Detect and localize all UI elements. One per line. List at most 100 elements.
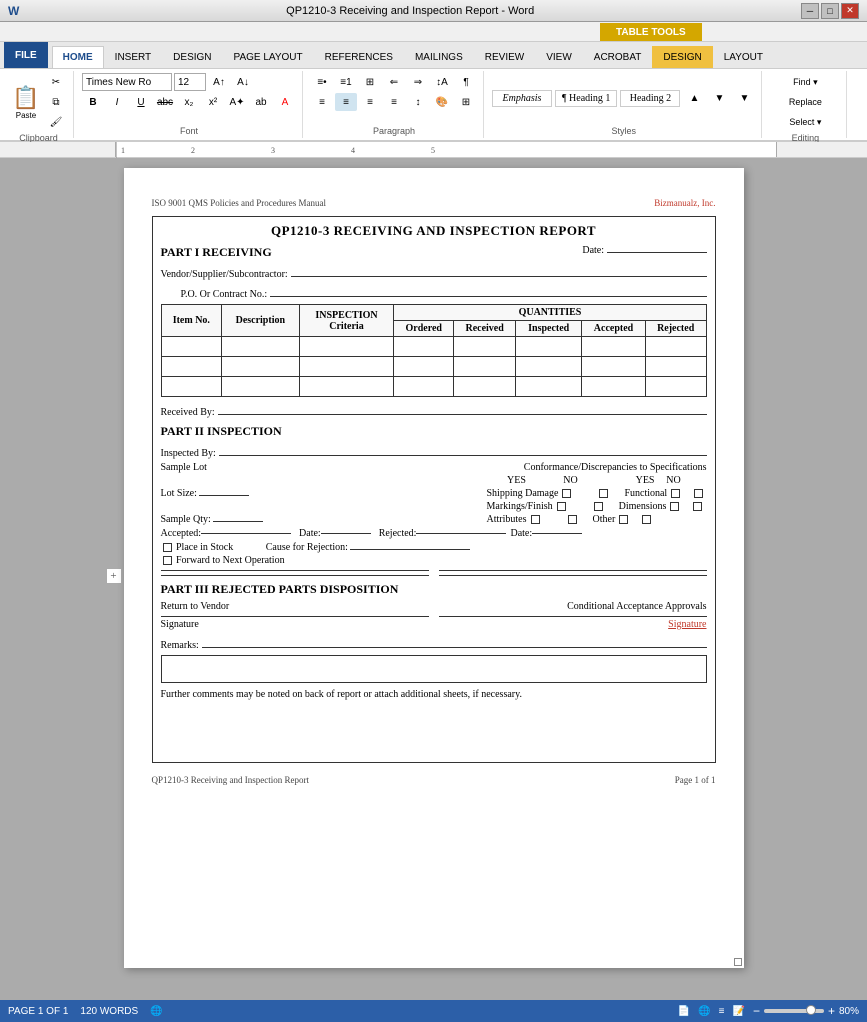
view-web-icon[interactable]: 🌐	[698, 1006, 710, 1017]
superscript-button[interactable]: x²	[202, 93, 224, 111]
markings-yes-cb	[557, 502, 566, 511]
minimize-button[interactable]: ─	[801, 3, 819, 19]
zoom-in-button[interactable]: +	[828, 1004, 835, 1018]
bullets-button[interactable]: ≡•	[311, 73, 333, 91]
tab-layout[interactable]: LAYOUT	[713, 46, 774, 68]
inspected-by-field	[219, 442, 707, 456]
paragraph-group: ≡• ≡1 ⊞ ⇐ ⇒ ↕A ¶ ≡ ≡ ≡ ≡ ↕ 🎨 ⊞	[305, 71, 484, 138]
forward-row: Forward to Next Operation	[161, 555, 707, 566]
word-count: 120 WORDS	[80, 1006, 138, 1017]
tab-page-layout[interactable]: PAGE LAYOUT	[223, 46, 314, 68]
view-outline-icon[interactable]: ≡	[719, 1006, 725, 1017]
add-content-button[interactable]: +	[106, 568, 122, 584]
po-field	[270, 283, 706, 297]
zoom-out-button[interactable]: −	[753, 1004, 760, 1018]
styles-scroll-up[interactable]: ▲	[683, 90, 705, 108]
footer-right: Page 1 of 1	[675, 775, 716, 785]
sort-button[interactable]: ↕A	[431, 73, 453, 91]
paste-button[interactable]: 📋 Paste	[10, 82, 42, 122]
bold-button[interactable]: B	[82, 93, 104, 111]
replace-button[interactable]: Replace	[770, 93, 840, 111]
increase-indent-button[interactable]: ⇒	[407, 73, 429, 91]
format-painter-button[interactable]: 🖌	[45, 113, 67, 131]
multilevel-button[interactable]: ⊞	[359, 73, 381, 91]
show-hide-button[interactable]: ¶	[455, 73, 477, 91]
zoom-slider[interactable]	[764, 1009, 824, 1013]
font-size-input[interactable]	[174, 73, 206, 91]
remarks-row: Remarks:	[161, 634, 707, 651]
decrease-font-button[interactable]: A↓	[232, 73, 254, 91]
increase-font-button[interactable]: A↑	[208, 73, 230, 91]
tab-review[interactable]: REVIEW	[474, 46, 535, 68]
subscript-button[interactable]: x₂	[178, 93, 200, 111]
sample-qty-row: Sample Qty: Attributes Other	[161, 514, 707, 525]
maximize-button[interactable]: □	[821, 3, 839, 19]
window-title: QP1210-3 Receiving and Inspection Report…	[19, 5, 801, 17]
justify-button[interactable]: ≡	[383, 93, 405, 111]
numbering-button[interactable]: ≡1	[335, 73, 357, 91]
decrease-indent-button[interactable]: ⇐	[383, 73, 405, 91]
tab-view[interactable]: VIEW	[535, 46, 583, 68]
find-button[interactable]: Find ▾	[770, 73, 840, 91]
document-content: QP1210-3 RECEIVING AND INSPECTION REPORT…	[152, 216, 716, 763]
sample-lot-label: Sample Lot	[161, 462, 207, 473]
lot-size-field	[199, 495, 249, 496]
style-sample-heading2[interactable]: Heading 2	[620, 90, 680, 107]
sample-conformance-row: Sample Lot Conformance/Discrepancies to …	[161, 462, 707, 473]
copy-button[interactable]: ⧉	[45, 93, 67, 111]
dimensions-no-cb	[693, 502, 702, 511]
view-draft-icon[interactable]: 📝	[733, 1006, 745, 1017]
tab-table-design[interactable]: DESIGN	[652, 46, 712, 68]
style-sample-emphasis[interactable]: Emphasis	[492, 90, 552, 107]
underline-button[interactable]: U	[130, 93, 152, 111]
bottom-space	[161, 706, 707, 756]
table-row	[161, 377, 706, 397]
tab-home[interactable]: HOME	[52, 46, 104, 68]
language-icon: 🌐	[150, 1006, 162, 1017]
align-left-button[interactable]: ≡	[311, 93, 333, 111]
svg-text:3: 3	[271, 146, 275, 155]
th-quantities: QUANTITIES	[394, 305, 706, 321]
font-name-input[interactable]	[82, 73, 172, 91]
view-print-icon[interactable]: 📄	[678, 1006, 690, 1017]
other-no-cb	[642, 515, 651, 524]
select-button[interactable]: Select ▾	[770, 113, 840, 131]
strikethrough-button[interactable]: abc	[154, 93, 176, 111]
page-wrapper: + ISO 9001 QMS Policies and Procedures M…	[124, 168, 744, 968]
page-header: ISO 9001 QMS Policies and Procedures Man…	[152, 198, 716, 208]
styles-scroll-down[interactable]: ▼	[708, 90, 730, 108]
cause-rejection-field	[350, 549, 470, 550]
tab-mailings[interactable]: MAILINGS	[404, 46, 474, 68]
shading-button[interactable]: 🎨	[431, 93, 453, 111]
date-field	[607, 252, 707, 253]
italic-button[interactable]: I	[106, 93, 128, 111]
font-color-button[interactable]: A	[274, 93, 296, 111]
signature-row: Signature Signature	[161, 619, 707, 630]
text-effects-button[interactable]: A✦	[226, 93, 248, 111]
header-left: ISO 9001 QMS Policies and Procedures Man…	[152, 198, 326, 208]
align-center-button[interactable]: ≡	[335, 93, 357, 111]
vendor-row: Vendor/Supplier/Subcontractor:	[161, 263, 707, 280]
styles-expand[interactable]: ▼	[733, 90, 755, 108]
remarks-area	[161, 655, 707, 683]
highlight-button[interactable]: ab	[250, 93, 272, 111]
tab-acrobat[interactable]: ACROBAT	[583, 46, 653, 68]
style-sample-heading1[interactable]: ¶ Heading 1	[555, 90, 617, 107]
align-right-button[interactable]: ≡	[359, 93, 381, 111]
tab-insert[interactable]: INSERT	[104, 46, 163, 68]
part2-heading: PART II INSPECTION	[161, 424, 707, 439]
cut-button[interactable]: ✂	[45, 73, 67, 91]
th-inspected: Inspected	[516, 321, 582, 337]
tab-design[interactable]: DESIGN	[162, 46, 222, 68]
sig-line-3	[161, 575, 429, 576]
font-group: A↑ A↓ B I U abc x₂ x² A✦ ab A Font	[76, 71, 303, 138]
tab-file[interactable]: FILE	[4, 42, 48, 68]
line-spacing-button[interactable]: ↕	[407, 93, 429, 111]
tab-references[interactable]: REFERENCES	[314, 46, 404, 68]
borders-button[interactable]: ⊞	[455, 93, 477, 111]
accepted-date-field	[321, 533, 371, 534]
close-button[interactable]: ✕	[841, 3, 859, 19]
sample-qty-field	[213, 521, 263, 522]
resize-handle[interactable]	[734, 958, 742, 966]
place-stock-row: Place in Stock Cause for Rejection:	[161, 542, 707, 553]
